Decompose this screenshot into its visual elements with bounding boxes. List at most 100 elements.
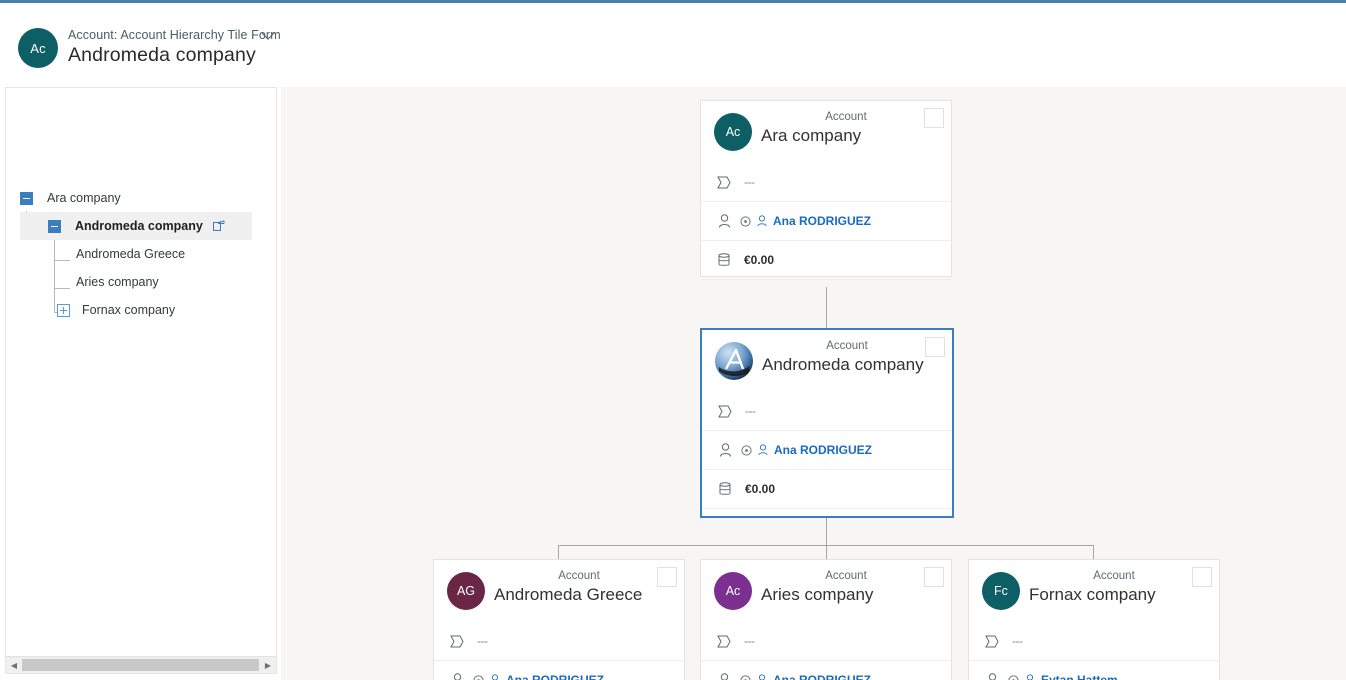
card-field-row: Eytan Hattem — [969, 660, 1219, 680]
avatar: Fc — [982, 572, 1020, 610]
ribbon-icon — [714, 635, 734, 648]
card-field-row: Ana RODRIGUEZ — [701, 201, 951, 240]
avatar: Ac — [714, 572, 752, 610]
tree-item-label: Andromeda Greece — [76, 247, 186, 261]
chevron-down-icon[interactable] — [260, 30, 276, 42]
card-field-value: €0.00 — [745, 482, 776, 496]
page-title: Andromeda company — [68, 44, 256, 66]
card-entity-label: Account — [1093, 570, 1135, 582]
tree-item-fornax-company[interactable]: Fornax company — [6, 296, 276, 324]
hierarchy-card-aries-company[interactable]: Ac Account Aries company --- Ana RODRIGU — [700, 559, 952, 680]
database-icon — [715, 482, 735, 496]
card-header: Account Andromeda company — [702, 330, 952, 392]
card-entity-label: Account — [826, 340, 868, 352]
connector-line — [826, 517, 827, 545]
card-field-value: --- — [1012, 634, 1023, 648]
card-field-row: €0.00 — [702, 469, 952, 508]
card-title: Aries company — [761, 585, 874, 604]
person-icon — [447, 673, 467, 680]
canvas-vertical-scrollbar[interactable] — [281, 87, 285, 680]
card-field-row: Ana RODRIGUEZ — [702, 430, 952, 469]
open-in-new-icon[interactable] — [213, 220, 225, 232]
contact-icon — [1026, 674, 1034, 680]
tree-item-andromeda-greece[interactable]: Andromeda Greece — [6, 240, 276, 268]
card-footer — [702, 508, 952, 519]
collapse-toggle-icon[interactable] — [20, 191, 33, 205]
hierarchy-tree: Ara company Andromeda company Andromeda … — [6, 88, 276, 656]
card-header: Ac Account Ara company — [701, 101, 951, 163]
card-lookup-value[interactable]: Ana RODRIGUEZ — [740, 673, 871, 680]
record-status-icon — [473, 674, 484, 680]
header-form-label: Account: Account Hierarchy Tile Form — [68, 28, 281, 42]
expand-toggle-icon[interactable] — [57, 303, 70, 317]
card-entity-label: Account — [825, 111, 867, 123]
connector-line — [1093, 545, 1094, 560]
card-lookup-name[interactable]: Ana RODRIGUEZ — [506, 673, 604, 680]
page-header: Ac Account: Account Hierarchy Tile Form … — [0, 3, 1346, 82]
tree-item-label: Aries company — [76, 275, 159, 289]
record-status-icon — [1008, 674, 1019, 680]
tree-item-label: Andromeda company — [75, 219, 203, 233]
card-header: Fc Account Fornax company — [969, 560, 1219, 622]
header-avatar: Ac — [18, 28, 58, 68]
hierarchy-canvas: Ac Account Ara company --- Ana RODRIGUEZ — [281, 87, 1346, 680]
card-field-row: €0.00 — [701, 240, 951, 279]
card-lookup-name[interactable]: Ana RODRIGUEZ — [774, 443, 872, 457]
database-icon — [714, 253, 734, 267]
triangle-right-icon[interactable]: ▶ — [260, 657, 276, 673]
tree-horizontal-scrollbar[interactable]: ◀ ▶ — [6, 656, 276, 673]
card-field-row: --- — [701, 163, 951, 201]
card-field-row: --- — [969, 622, 1219, 660]
scrollbar-thumb[interactable] — [22, 659, 259, 671]
hierarchy-tree-panel: Ara company Andromeda company Andromeda … — [5, 87, 277, 674]
card-lookup-value[interactable]: Ana RODRIGUEZ — [741, 443, 872, 457]
collapse-toggle-icon[interactable] — [48, 219, 61, 233]
tree-item-aries-company[interactable]: Aries company — [6, 268, 276, 296]
person-icon — [982, 673, 1002, 680]
avatar: Ac — [714, 113, 752, 151]
hierarchy-card-fornax-company[interactable]: Fc Account Fornax company --- Eytan Hatt — [968, 559, 1220, 680]
ribbon-icon — [714, 176, 734, 189]
record-status-icon — [740, 674, 751, 680]
card-lookup-value[interactable]: Eytan Hattem — [1008, 673, 1118, 680]
card-lookup-value[interactable]: Ana RODRIGUEZ — [473, 673, 604, 680]
avatar-initials: AG — [456, 584, 476, 598]
card-field-row: Ana RODRIGUEZ — [701, 660, 951, 680]
ribbon-icon — [982, 635, 1002, 648]
avatar — [715, 342, 753, 380]
card-field-value: --- — [745, 404, 756, 418]
contact-icon — [758, 444, 768, 456]
person-icon — [714, 214, 734, 228]
card-lookup-name[interactable]: Ana RODRIGUEZ — [773, 673, 871, 680]
card-field-value: --- — [744, 175, 755, 189]
account-hierarchy-page: Ac Account: Account Hierarchy Tile Form … — [0, 0, 1346, 680]
hierarchy-card-ara-company[interactable]: Ac Account Ara company --- Ana RODRIGUEZ — [700, 100, 952, 280]
tree-item-andromeda-company[interactable]: Andromeda company — [20, 212, 252, 240]
card-title: Andromeda Greece — [494, 585, 643, 604]
hierarchy-card-andromeda-company[interactable]: Account Andromeda company --- Ana RODRIG… — [700, 328, 954, 518]
card-footer — [701, 279, 951, 290]
card-lookup-value[interactable]: Ana RODRIGUEZ — [740, 214, 871, 228]
card-field-row: --- — [701, 622, 951, 660]
record-status-icon — [741, 444, 752, 456]
header-avatar-initials: Ac — [30, 40, 46, 56]
card-field-row: --- — [702, 392, 952, 430]
card-title: Andromeda company — [762, 355, 924, 374]
hierarchy-card-andromeda-greece[interactable]: AG Account Andromeda Greece --- Ana RODR — [433, 559, 685, 680]
triangle-left-icon[interactable]: ◀ — [6, 657, 22, 673]
card-lookup-name[interactable]: Eytan Hattem — [1041, 673, 1118, 680]
card-title: Fornax company — [1029, 585, 1156, 604]
person-icon — [715, 443, 735, 457]
ribbon-icon — [715, 405, 735, 418]
card-entity-label: Account — [825, 570, 867, 582]
contact-icon — [758, 674, 766, 680]
card-field-row: Ana RODRIGUEZ — [434, 660, 684, 680]
avatar-initials: Ac — [725, 584, 741, 598]
person-icon — [714, 673, 734, 680]
tree-item-label: Fornax company — [82, 303, 176, 317]
globe-logo-image — [715, 342, 753, 380]
card-lookup-name[interactable]: Ana RODRIGUEZ — [773, 214, 871, 228]
card-field-value: €0.00 — [744, 253, 775, 267]
tree-item-ara-company[interactable]: Ara company — [6, 184, 276, 212]
tree-item-label: Ara company — [47, 191, 121, 205]
